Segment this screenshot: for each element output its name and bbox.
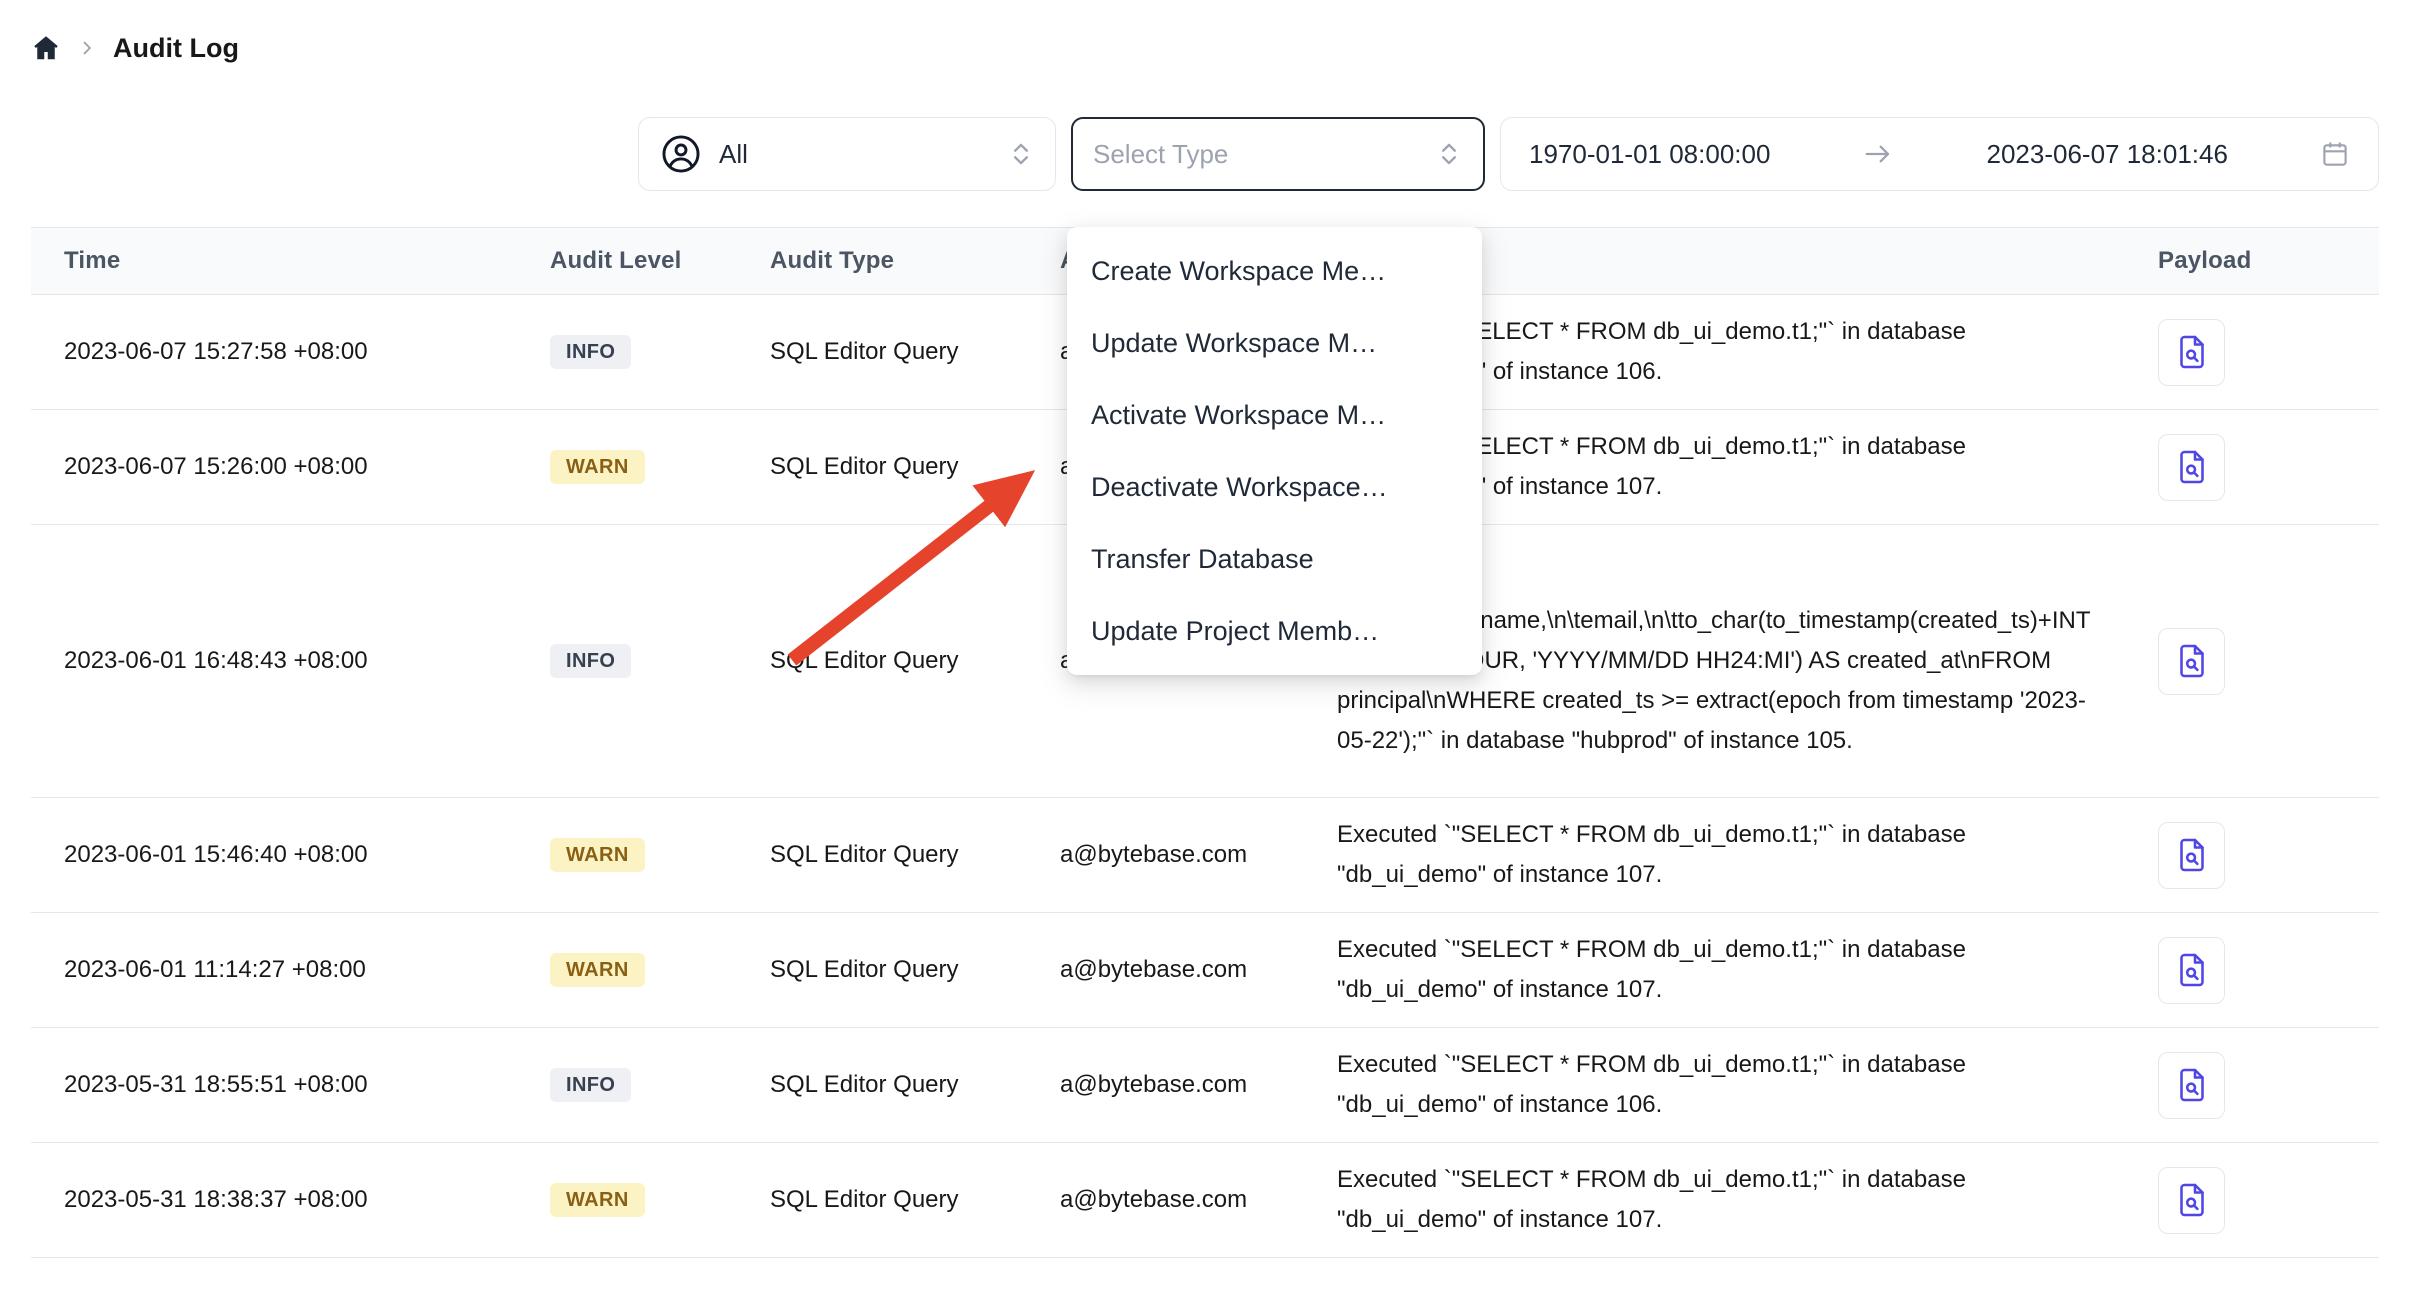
payload-button[interactable] <box>2158 1052 2225 1119</box>
dropdown-item-create-workspace-member[interactable]: Create Workspace Member <box>1067 235 1482 307</box>
table-row: 2023-05-31 18:55:51 +08:00 INFO SQL Edit… <box>31 1028 2379 1143</box>
comment-cell: Executed `"SELECT * FROM db_ui_demo.t1;"… <box>1337 1045 2097 1125</box>
time-cell: 2023-05-31 18:55:51 +08:00 <box>31 1028 517 1143</box>
column-header-audit-level: Audit Level <box>517 228 737 295</box>
file-search-icon <box>2174 1182 2210 1218</box>
file-search-icon <box>2174 952 2210 988</box>
payload-button[interactable] <box>2158 434 2225 501</box>
actor-cell: a@bytebase.com <box>1027 1143 1304 1258</box>
time-cell: 2023-05-31 18:38:37 +08:00 <box>31 1143 517 1258</box>
file-search-icon <box>2174 837 2210 873</box>
type-dropdown-menu: Create Workspace Member Update Workspace… <box>1067 227 1482 675</box>
dropdown-item-activate-workspace-member[interactable]: Activate Workspace Member <box>1067 379 1482 451</box>
audit-type-cell: SQL Editor Query <box>737 525 1027 798</box>
audit-type-cell: SQL Editor Query <box>737 798 1027 913</box>
chevron-right-icon <box>77 38 97 58</box>
user-circle-icon <box>659 132 703 176</box>
time-cell: 2023-06-01 16:48:43 +08:00 <box>31 525 517 798</box>
comment-cell: Executed `"SELECT * FROM db_ui_demo.t1;"… <box>1337 930 2097 1010</box>
audit-type-cell: SQL Editor Query <box>737 1143 1027 1258</box>
file-search-icon <box>2174 643 2210 679</box>
dropdown-item-transfer-database[interactable]: Transfer Database <box>1067 523 1482 595</box>
home-icon[interactable] <box>31 33 61 63</box>
arrow-right-icon <box>1862 138 1894 170</box>
time-cell: 2023-06-07 15:26:00 +08:00 <box>31 410 517 525</box>
table-row: 2023-05-31 18:38:37 +08:00 WARN SQL Edit… <box>31 1143 2379 1258</box>
file-search-icon <box>2174 334 2210 370</box>
date-range-end[interactable]: 2023-06-07 18:01:46 <box>1987 139 2228 170</box>
audit-level-badge: INFO <box>550 335 631 369</box>
time-cell: 2023-06-01 15:46:40 +08:00 <box>31 798 517 913</box>
audit-level-badge: WARN <box>550 953 645 987</box>
audit-type-cell: SQL Editor Query <box>737 1028 1027 1143</box>
file-search-icon <box>2174 1067 2210 1103</box>
date-range-start[interactable]: 1970-01-01 08:00:00 <box>1529 139 1770 170</box>
audit-type-cell: SQL Editor Query <box>737 913 1027 1028</box>
payload-button[interactable] <box>2158 937 2225 1004</box>
dropdown-item-update-project-member[interactable]: Update Project Member Role <box>1067 595 1482 667</box>
actor-cell: a@bytebase.com <box>1027 1028 1304 1143</box>
filter-bar: All Select Type 1970-01-01 08:00:00 2023… <box>0 117 2379 191</box>
type-filter-select[interactable]: Select Type <box>1071 117 1485 191</box>
page-title: Audit Log <box>113 33 239 64</box>
payload-button[interactable] <box>2158 822 2225 889</box>
actor-cell: a@bytebase.com <box>1027 913 1304 1028</box>
audit-level-badge: INFO <box>550 644 631 678</box>
date-range-picker[interactable]: 1970-01-01 08:00:00 2023-06-07 18:01:46 <box>1500 117 2379 191</box>
dropdown-item-deactivate-workspace-member[interactable]: Deactivate Workspace Member <box>1067 451 1482 523</box>
actor-cell: a@bytebase.com <box>1027 798 1304 913</box>
payload-button[interactable] <box>2158 319 2225 386</box>
time-cell: 2023-06-01 11:14:27 +08:00 <box>31 913 517 1028</box>
audit-type-cell: SQL Editor Query <box>737 410 1027 525</box>
audit-level-badge: INFO <box>550 1068 631 1102</box>
payload-button[interactable] <box>2158 628 2225 695</box>
comment-cell: Executed `"SELECT * FROM db_ui_demo.t1;"… <box>1337 815 2097 895</box>
calendar-icon <box>2320 139 2350 169</box>
breadcrumb: Audit Log <box>31 30 2410 66</box>
select-chevrons-icon <box>1435 140 1463 168</box>
comment-cell: Executed `"SELECT * FROM db_ui_demo.t1;"… <box>1337 1160 2097 1240</box>
payload-button[interactable] <box>2158 1167 2225 1234</box>
table-row: 2023-06-01 11:14:27 +08:00 WARN SQL Edit… <box>31 913 2379 1028</box>
column-header-payload: Payload <box>2125 228 2379 295</box>
column-header-audit-type: Audit Type <box>737 228 1027 295</box>
audit-level-badge: WARN <box>550 1183 645 1217</box>
type-filter-placeholder: Select Type <box>1093 139 1435 170</box>
table-row: 2023-06-01 15:46:40 +08:00 WARN SQL Edit… <box>31 798 2379 913</box>
audit-level-badge: WARN <box>550 450 645 484</box>
column-header-time: Time <box>31 228 517 295</box>
select-chevrons-icon <box>1007 140 1035 168</box>
audit-level-badge: WARN <box>550 838 645 872</box>
actor-filter-select[interactable]: All <box>638 117 1056 191</box>
audit-type-cell: SQL Editor Query <box>737 295 1027 410</box>
file-search-icon <box>2174 449 2210 485</box>
dropdown-item-update-workspace-member[interactable]: Update Workspace Member <box>1067 307 1482 379</box>
actor-filter-value: All <box>719 139 991 170</box>
time-cell: 2023-06-07 15:27:58 +08:00 <box>31 295 517 410</box>
